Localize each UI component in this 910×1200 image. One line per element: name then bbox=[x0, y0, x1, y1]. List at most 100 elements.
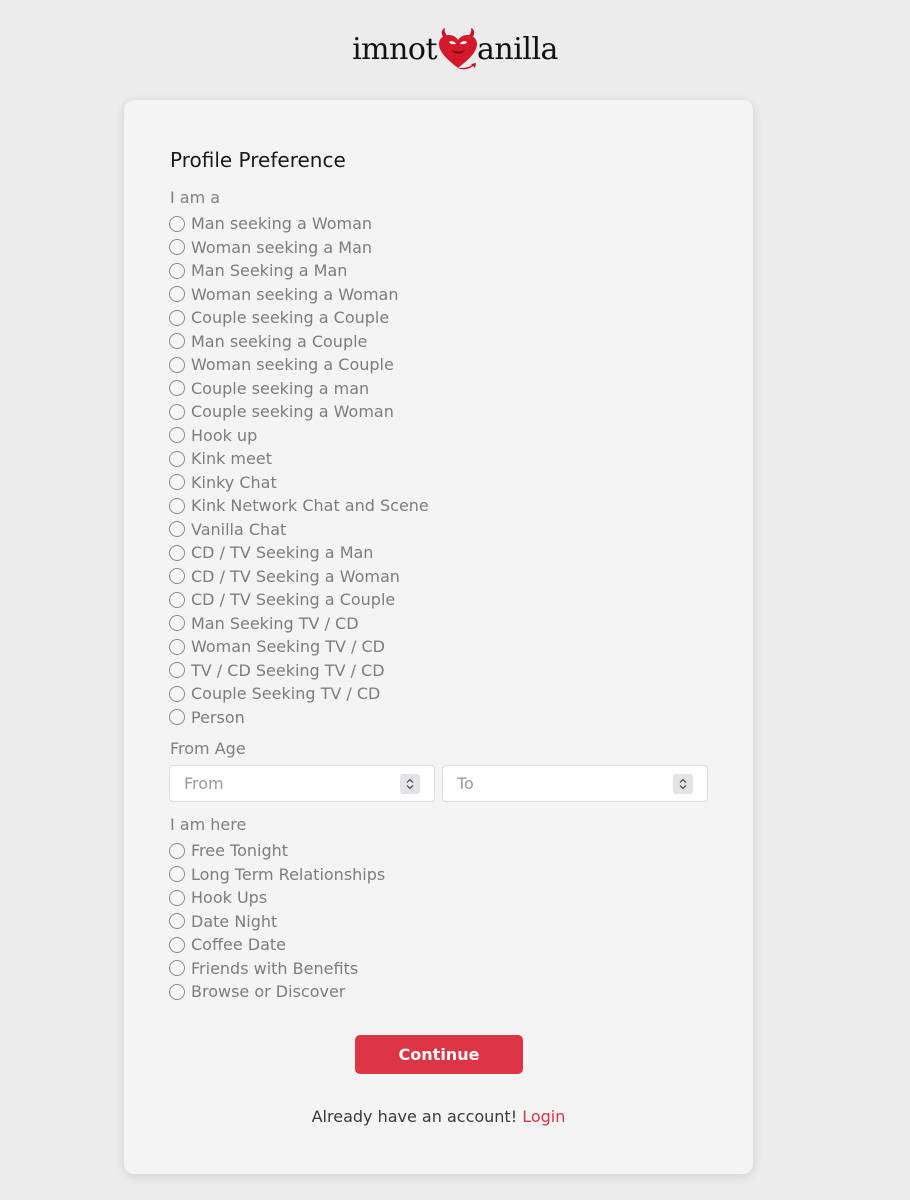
radio-button[interactable] bbox=[169, 521, 185, 538]
radio-label: Kink meet bbox=[191, 449, 272, 469]
iam-option[interactable]: Man Seeking TV / CD bbox=[169, 612, 429, 636]
radio-button[interactable] bbox=[169, 497, 185, 514]
age-to-input[interactable]: To bbox=[442, 765, 708, 802]
logo-text-prefix: imnot bbox=[352, 32, 438, 67]
iam-option[interactable]: Couple seeking a Woman bbox=[169, 400, 429, 424]
age-to-placeholder: To bbox=[457, 774, 474, 793]
radio-button[interactable] bbox=[169, 913, 185, 930]
iam-option[interactable]: Woman Seeking TV / CD bbox=[169, 635, 429, 659]
iam-option[interactable]: Man seeking a Couple bbox=[169, 330, 429, 354]
radio-label: CD / TV Seeking a Couple bbox=[191, 590, 396, 610]
iam-option[interactable]: Kink meet bbox=[169, 447, 429, 471]
radio-label: Hook Ups bbox=[191, 888, 268, 908]
logo-text-suffix: anilla bbox=[477, 32, 558, 67]
radio-label: Kink Network Chat and Scene bbox=[191, 496, 429, 516]
login-prompt: Already have an account! Login bbox=[124, 1107, 753, 1126]
radio-label: Couple Seeking TV / CD bbox=[191, 684, 381, 704]
iam-option[interactable]: TV / CD Seeking TV / CD bbox=[169, 659, 429, 683]
continue-button[interactable]: Continue bbox=[355, 1035, 523, 1074]
iam-radio-group: Man seeking a Woman Woman seeking a Man Ma… bbox=[169, 212, 429, 729]
here-label: I am here bbox=[170, 815, 247, 834]
radio-button[interactable] bbox=[169, 983, 185, 1000]
iam-option[interactable]: Man seeking a Woman bbox=[169, 212, 429, 236]
radio-button[interactable] bbox=[169, 866, 185, 883]
radio-label: Vanilla Chat bbox=[191, 519, 287, 539]
radio-button[interactable] bbox=[169, 842, 185, 859]
iam-option[interactable]: Couple seeking a Couple bbox=[169, 306, 429, 330]
profile-preference-card: Profile Preference I am a Man seeking a … bbox=[124, 100, 753, 1174]
radio-button[interactable] bbox=[169, 709, 185, 726]
iam-option[interactable]: Kink Network Chat and Scene bbox=[169, 494, 429, 518]
radio-button[interactable] bbox=[169, 356, 185, 373]
iam-option[interactable]: Woman seeking a Man bbox=[169, 236, 429, 260]
radio-label: CD / TV Seeking a Woman bbox=[191, 566, 400, 586]
here-option[interactable]: Coffee Date bbox=[169, 933, 385, 957]
here-option[interactable]: Date Night bbox=[169, 910, 385, 934]
age-from-input[interactable]: From bbox=[169, 765, 435, 802]
radio-label: Coffee Date bbox=[191, 935, 286, 955]
iam-option[interactable]: CD / TV Seeking a Couple bbox=[169, 588, 429, 612]
iam-option[interactable]: CD / TV Seeking a Man bbox=[169, 541, 429, 565]
here-radio-group: Free Tonight Long Term Relationships Hook … bbox=[169, 839, 385, 1004]
radio-button[interactable] bbox=[169, 403, 185, 420]
stepper-arrows-icon bbox=[679, 778, 687, 790]
radio-button[interactable] bbox=[169, 662, 185, 679]
radio-button[interactable] bbox=[169, 215, 185, 232]
radio-label: Couple seeking a Couple bbox=[191, 308, 390, 328]
radio-button[interactable] bbox=[169, 474, 185, 491]
radio-label: Long Term Relationships bbox=[191, 864, 386, 884]
iam-option[interactable]: Woman seeking a Couple bbox=[169, 353, 429, 377]
radio-label: Woman seeking a Man bbox=[191, 237, 373, 257]
radio-button[interactable] bbox=[169, 239, 185, 256]
iam-option[interactable]: Man Seeking a Man bbox=[169, 259, 429, 283]
radio-label: Woman seeking a Couple bbox=[191, 355, 394, 375]
radio-button[interactable] bbox=[169, 685, 185, 702]
radio-label: TV / CD Seeking TV / CD bbox=[191, 660, 385, 680]
radio-button[interactable] bbox=[169, 309, 185, 326]
age-from-stepper[interactable] bbox=[400, 774, 420, 794]
page-title: Profile Preference bbox=[170, 148, 346, 172]
here-option[interactable]: Hook Ups bbox=[169, 886, 385, 910]
stepper-arrows-icon bbox=[406, 778, 414, 790]
here-option[interactable]: Long Term Relationships bbox=[169, 863, 385, 887]
radio-label: Woman seeking a Woman bbox=[191, 284, 399, 304]
radio-button[interactable] bbox=[169, 286, 185, 303]
radio-button[interactable] bbox=[169, 544, 185, 561]
iam-option[interactable]: Woman seeking a Woman bbox=[169, 283, 429, 307]
here-option[interactable]: Friends with Benefits bbox=[169, 957, 385, 981]
radio-button[interactable] bbox=[169, 889, 185, 906]
radio-label: Friends with Benefits bbox=[191, 958, 359, 978]
radio-label: Man Seeking TV / CD bbox=[191, 613, 359, 633]
site-logo[interactable]: imnot anilla bbox=[0, 24, 910, 74]
iam-option[interactable]: Couple Seeking TV / CD bbox=[169, 682, 429, 706]
iam-option[interactable]: Kinky Chat bbox=[169, 471, 429, 495]
iam-option[interactable]: Hook up bbox=[169, 424, 429, 448]
radio-button[interactable] bbox=[169, 427, 185, 444]
radio-button[interactable] bbox=[169, 615, 185, 632]
iam-option[interactable]: Vanilla Chat bbox=[169, 518, 429, 542]
radio-button[interactable] bbox=[169, 960, 185, 977]
here-option[interactable]: Free Tonight bbox=[169, 839, 385, 863]
radio-button[interactable] bbox=[169, 450, 185, 467]
radio-label: Date Night bbox=[191, 911, 278, 931]
login-link[interactable]: Login bbox=[522, 1107, 565, 1126]
radio-label: CD / TV Seeking a Man bbox=[191, 543, 374, 563]
radio-button[interactable] bbox=[169, 591, 185, 608]
radio-button[interactable] bbox=[169, 380, 185, 397]
radio-button[interactable] bbox=[169, 262, 185, 279]
radio-label: Man Seeking a Man bbox=[191, 261, 348, 281]
iam-option[interactable]: CD / TV Seeking a Woman bbox=[169, 565, 429, 589]
here-option[interactable]: Browse or Discover bbox=[169, 980, 385, 1004]
age-to-stepper[interactable] bbox=[673, 774, 693, 794]
radio-button[interactable] bbox=[169, 936, 185, 953]
radio-button[interactable] bbox=[169, 568, 185, 585]
radio-label: Man seeking a Couple bbox=[191, 331, 368, 351]
iam-option[interactable]: Person bbox=[169, 706, 429, 730]
radio-label: Person bbox=[191, 707, 245, 727]
radio-button[interactable] bbox=[169, 638, 185, 655]
radio-label: Browse or Discover bbox=[191, 982, 346, 1002]
age-range: From To bbox=[169, 765, 708, 803]
radio-label: Man seeking a Woman bbox=[191, 214, 373, 234]
iam-option[interactable]: Couple seeking a man bbox=[169, 377, 429, 401]
radio-button[interactable] bbox=[169, 333, 185, 350]
